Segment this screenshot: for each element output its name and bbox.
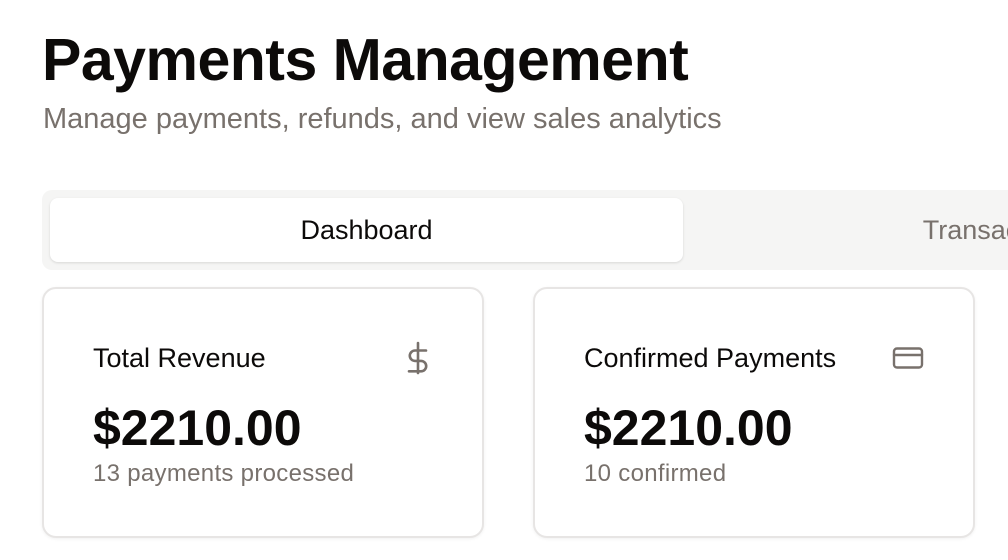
tab-transactions[interactable]: Transactions bbox=[683, 198, 1008, 262]
payments-page: Payments Management Manage payments, ref… bbox=[0, 0, 1008, 560]
card-value: $2210.00 bbox=[93, 400, 302, 456]
page-title: Payments Management bbox=[42, 27, 689, 93]
card-title: Total Revenue bbox=[93, 343, 266, 373]
credit-card-icon bbox=[891, 341, 925, 375]
confirmed-payments-card: Confirmed Payments $2210.00 10 confirmed bbox=[533, 287, 975, 538]
card-title: Confirmed Payments bbox=[584, 343, 837, 373]
card-note: 10 confirmed bbox=[584, 460, 727, 487]
tab-bar: Dashboard Transactions bbox=[42, 190, 1008, 270]
dollar-icon bbox=[401, 341, 435, 375]
card-note: 13 payments processed bbox=[93, 460, 355, 487]
card-value: $2210.00 bbox=[584, 400, 793, 456]
tab-dashboard[interactable]: Dashboard bbox=[50, 198, 683, 262]
total-revenue-card: Total Revenue $2210.00 13 payments proce… bbox=[42, 287, 484, 538]
page-subtitle: Manage payments, refunds, and view sales… bbox=[43, 103, 722, 135]
